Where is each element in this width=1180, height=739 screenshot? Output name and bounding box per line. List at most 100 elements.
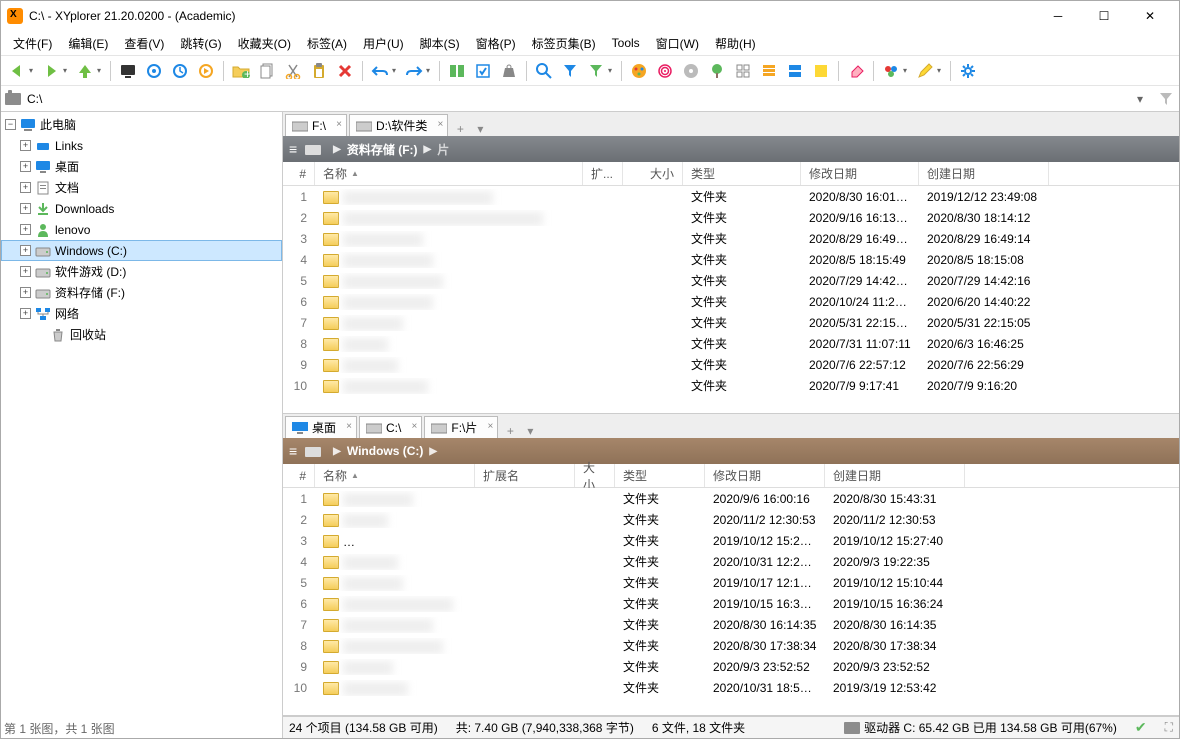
tab[interactable]: F:\片× (424, 416, 498, 438)
chevron-right-icon[interactable]: ▶ (424, 144, 432, 155)
checkbox-button[interactable] (471, 59, 495, 83)
close-icon[interactable]: × (346, 421, 352, 432)
refresh-button[interactable] (168, 59, 192, 83)
breadcrumb-extra[interactable]: 片 (437, 141, 449, 158)
expand-icon[interactable]: + (20, 287, 31, 298)
filter-menu[interactable]: ▾ (608, 66, 616, 75)
expand-icon[interactable]: + (20, 140, 31, 151)
table-row[interactable]: 8 文件夹2020/7/31 11:07:112020/6/3 16:46:25 (283, 333, 1179, 354)
column-header[interactable]: 创建日期 (919, 162, 1049, 185)
menu-item[interactable]: 查看(V) (116, 32, 172, 54)
up-history[interactable]: ▾ (97, 66, 105, 75)
filter-green-button[interactable] (584, 59, 608, 83)
tab[interactable]: D:\软件类× (349, 114, 448, 136)
monitor-button[interactable] (116, 59, 140, 83)
table-row[interactable]: 10 文件夹2020/7/9 9:17:412020/7/9 9:16:20 (283, 375, 1179, 396)
tree-item[interactable]: +Links (1, 135, 282, 156)
undo-history[interactable]: ▾ (392, 66, 400, 75)
dual-pane-button[interactable] (445, 59, 469, 83)
table-row[interactable]: 3 文件夹2020/8/29 16:49:142020/8/29 16:49:1… (283, 228, 1179, 249)
grid2-button[interactable] (757, 59, 781, 83)
table-row[interactable]: 9 文件夹2020/9/3 23:52:522020/9/3 23:52:52 (283, 656, 1179, 677)
filter-blue-button[interactable] (558, 59, 582, 83)
minimize-button[interactable]: ─ (1035, 1, 1081, 31)
settings-button[interactable] (956, 59, 980, 83)
tree-item[interactable]: +桌面 (1, 156, 282, 177)
column-header-top[interactable]: #名称▲扩...大小类型修改日期创建日期 (283, 162, 1179, 186)
new-tab-button[interactable]: + (450, 122, 470, 136)
goto-button[interactable] (194, 59, 218, 83)
file-list-bottom[interactable]: 1 文件夹2020/9/6 16:00:162020/8/30 15:43:31… (283, 488, 1179, 715)
menu-item[interactable]: 收藏夹(O) (230, 32, 299, 54)
eraser-button[interactable] (844, 59, 868, 83)
column-header[interactable]: 扩... (583, 162, 623, 185)
menu-item[interactable]: 跳转(G) (172, 32, 229, 54)
new-folder-button[interactable]: + (229, 59, 253, 83)
tab[interactable]: C:\× (359, 416, 422, 438)
chevron-right-icon[interactable]: ▶ (333, 446, 341, 457)
expand-icon[interactable]: + (20, 182, 31, 193)
file-list-top[interactable]: 1 文件夹2020/8/30 16:01:112019/12/12 23:49:… (283, 186, 1179, 413)
table-row[interactable]: 1 文件夹2020/9/6 16:00:162020/8/30 15:43:31 (283, 488, 1179, 509)
hamburger-icon[interactable]: ≡ (289, 443, 297, 459)
folder-tree[interactable]: − 此电脑 +Links+桌面+文档+Downloads+lenovo+Wind… (1, 112, 283, 738)
status-expand-icon[interactable]: ⛶ (1165, 720, 1173, 735)
column-header[interactable]: 类型 (615, 464, 705, 487)
note-button[interactable] (809, 59, 833, 83)
tree-item[interactable]: +资料存储 (F:) (1, 282, 282, 303)
menu-item[interactable]: 文件(F) (5, 32, 60, 54)
table-row[interactable]: 7 文件夹2020/5/31 22:15:052020/5/31 22:15:0… (283, 312, 1179, 333)
address-dropdown[interactable]: ▾ (1137, 92, 1153, 106)
grid1-button[interactable] (731, 59, 755, 83)
expand-icon[interactable]: + (20, 245, 31, 256)
split-button[interactable] (783, 59, 807, 83)
column-header[interactable]: 修改日期 (705, 464, 825, 487)
redo-button[interactable] (402, 59, 426, 83)
redo-history[interactable]: ▾ (426, 66, 434, 75)
menu-item[interactable]: 标签页集(B) (524, 32, 604, 54)
column-header[interactable]: 名称▲ (315, 464, 475, 487)
table-row[interactable]: 2 文件夹2020/9/16 16:13:592020/8/30 18:14:1… (283, 207, 1179, 228)
table-row[interactable]: 6 文件夹2019/10/15 16:36:242019/10/15 16:36… (283, 593, 1179, 614)
breadcrumb-label[interactable]: Windows (C:) (347, 444, 424, 458)
up-button[interactable] (73, 59, 97, 83)
column-header[interactable]: 大小 (575, 464, 615, 487)
menu-item[interactable]: 编辑(E) (60, 32, 116, 54)
address-path[interactable]: C:\ (27, 92, 1137, 106)
tree-root[interactable]: − 此电脑 (1, 114, 282, 135)
table-row[interactable]: 1 文件夹2020/8/30 16:01:112019/12/12 23:49:… (283, 186, 1179, 207)
spiral-button[interactable] (653, 59, 677, 83)
tree-item[interactable]: +Windows (C:) (1, 240, 282, 261)
table-row[interactable]: 2 文件夹2020/11/2 12:30:532020/11/2 12:30:5… (283, 509, 1179, 530)
column-header[interactable]: 名称▲ (315, 162, 583, 185)
close-icon[interactable]: × (438, 119, 444, 130)
palette2-button[interactable] (879, 59, 903, 83)
menu-item[interactable]: 窗格(P) (468, 32, 524, 54)
menu-item[interactable]: 用户(U) (355, 32, 412, 54)
cut-button[interactable] (281, 59, 305, 83)
menu-item[interactable]: 脚本(S) (412, 32, 468, 54)
tab-menu[interactable]: ▾ (520, 424, 540, 438)
chevron-right-icon[interactable]: ▶ (333, 144, 341, 155)
expand-icon[interactable]: + (20, 203, 31, 214)
disc-button[interactable] (679, 59, 703, 83)
column-header[interactable]: 扩展名 (475, 464, 575, 487)
back-history[interactable]: ▾ (29, 66, 37, 75)
table-row[interactable]: 6 文件夹2020/10/24 11:27:472020/6/20 14:40:… (283, 291, 1179, 312)
paste-button[interactable] (307, 59, 331, 83)
tree-button[interactable] (705, 59, 729, 83)
breadcrumb-label[interactable]: 资料存储 (F:) (347, 141, 418, 158)
pencil-button[interactable] (913, 59, 937, 83)
expand-icon[interactable]: + (20, 161, 31, 172)
tree-item[interactable]: +lenovo (1, 219, 282, 240)
delete-button[interactable] (333, 59, 357, 83)
back-button[interactable] (5, 59, 29, 83)
tab[interactable]: F:\× (285, 114, 347, 136)
hamburger-icon[interactable]: ≡ (289, 141, 297, 157)
tab[interactable]: 桌面× (285, 416, 357, 438)
chevron-right-icon[interactable]: ▶ (429, 446, 437, 457)
target-button[interactable] (142, 59, 166, 83)
expand-icon[interactable]: + (20, 224, 31, 235)
menu-item[interactable]: 帮助(H) (707, 32, 764, 54)
column-header[interactable]: # (283, 464, 315, 487)
